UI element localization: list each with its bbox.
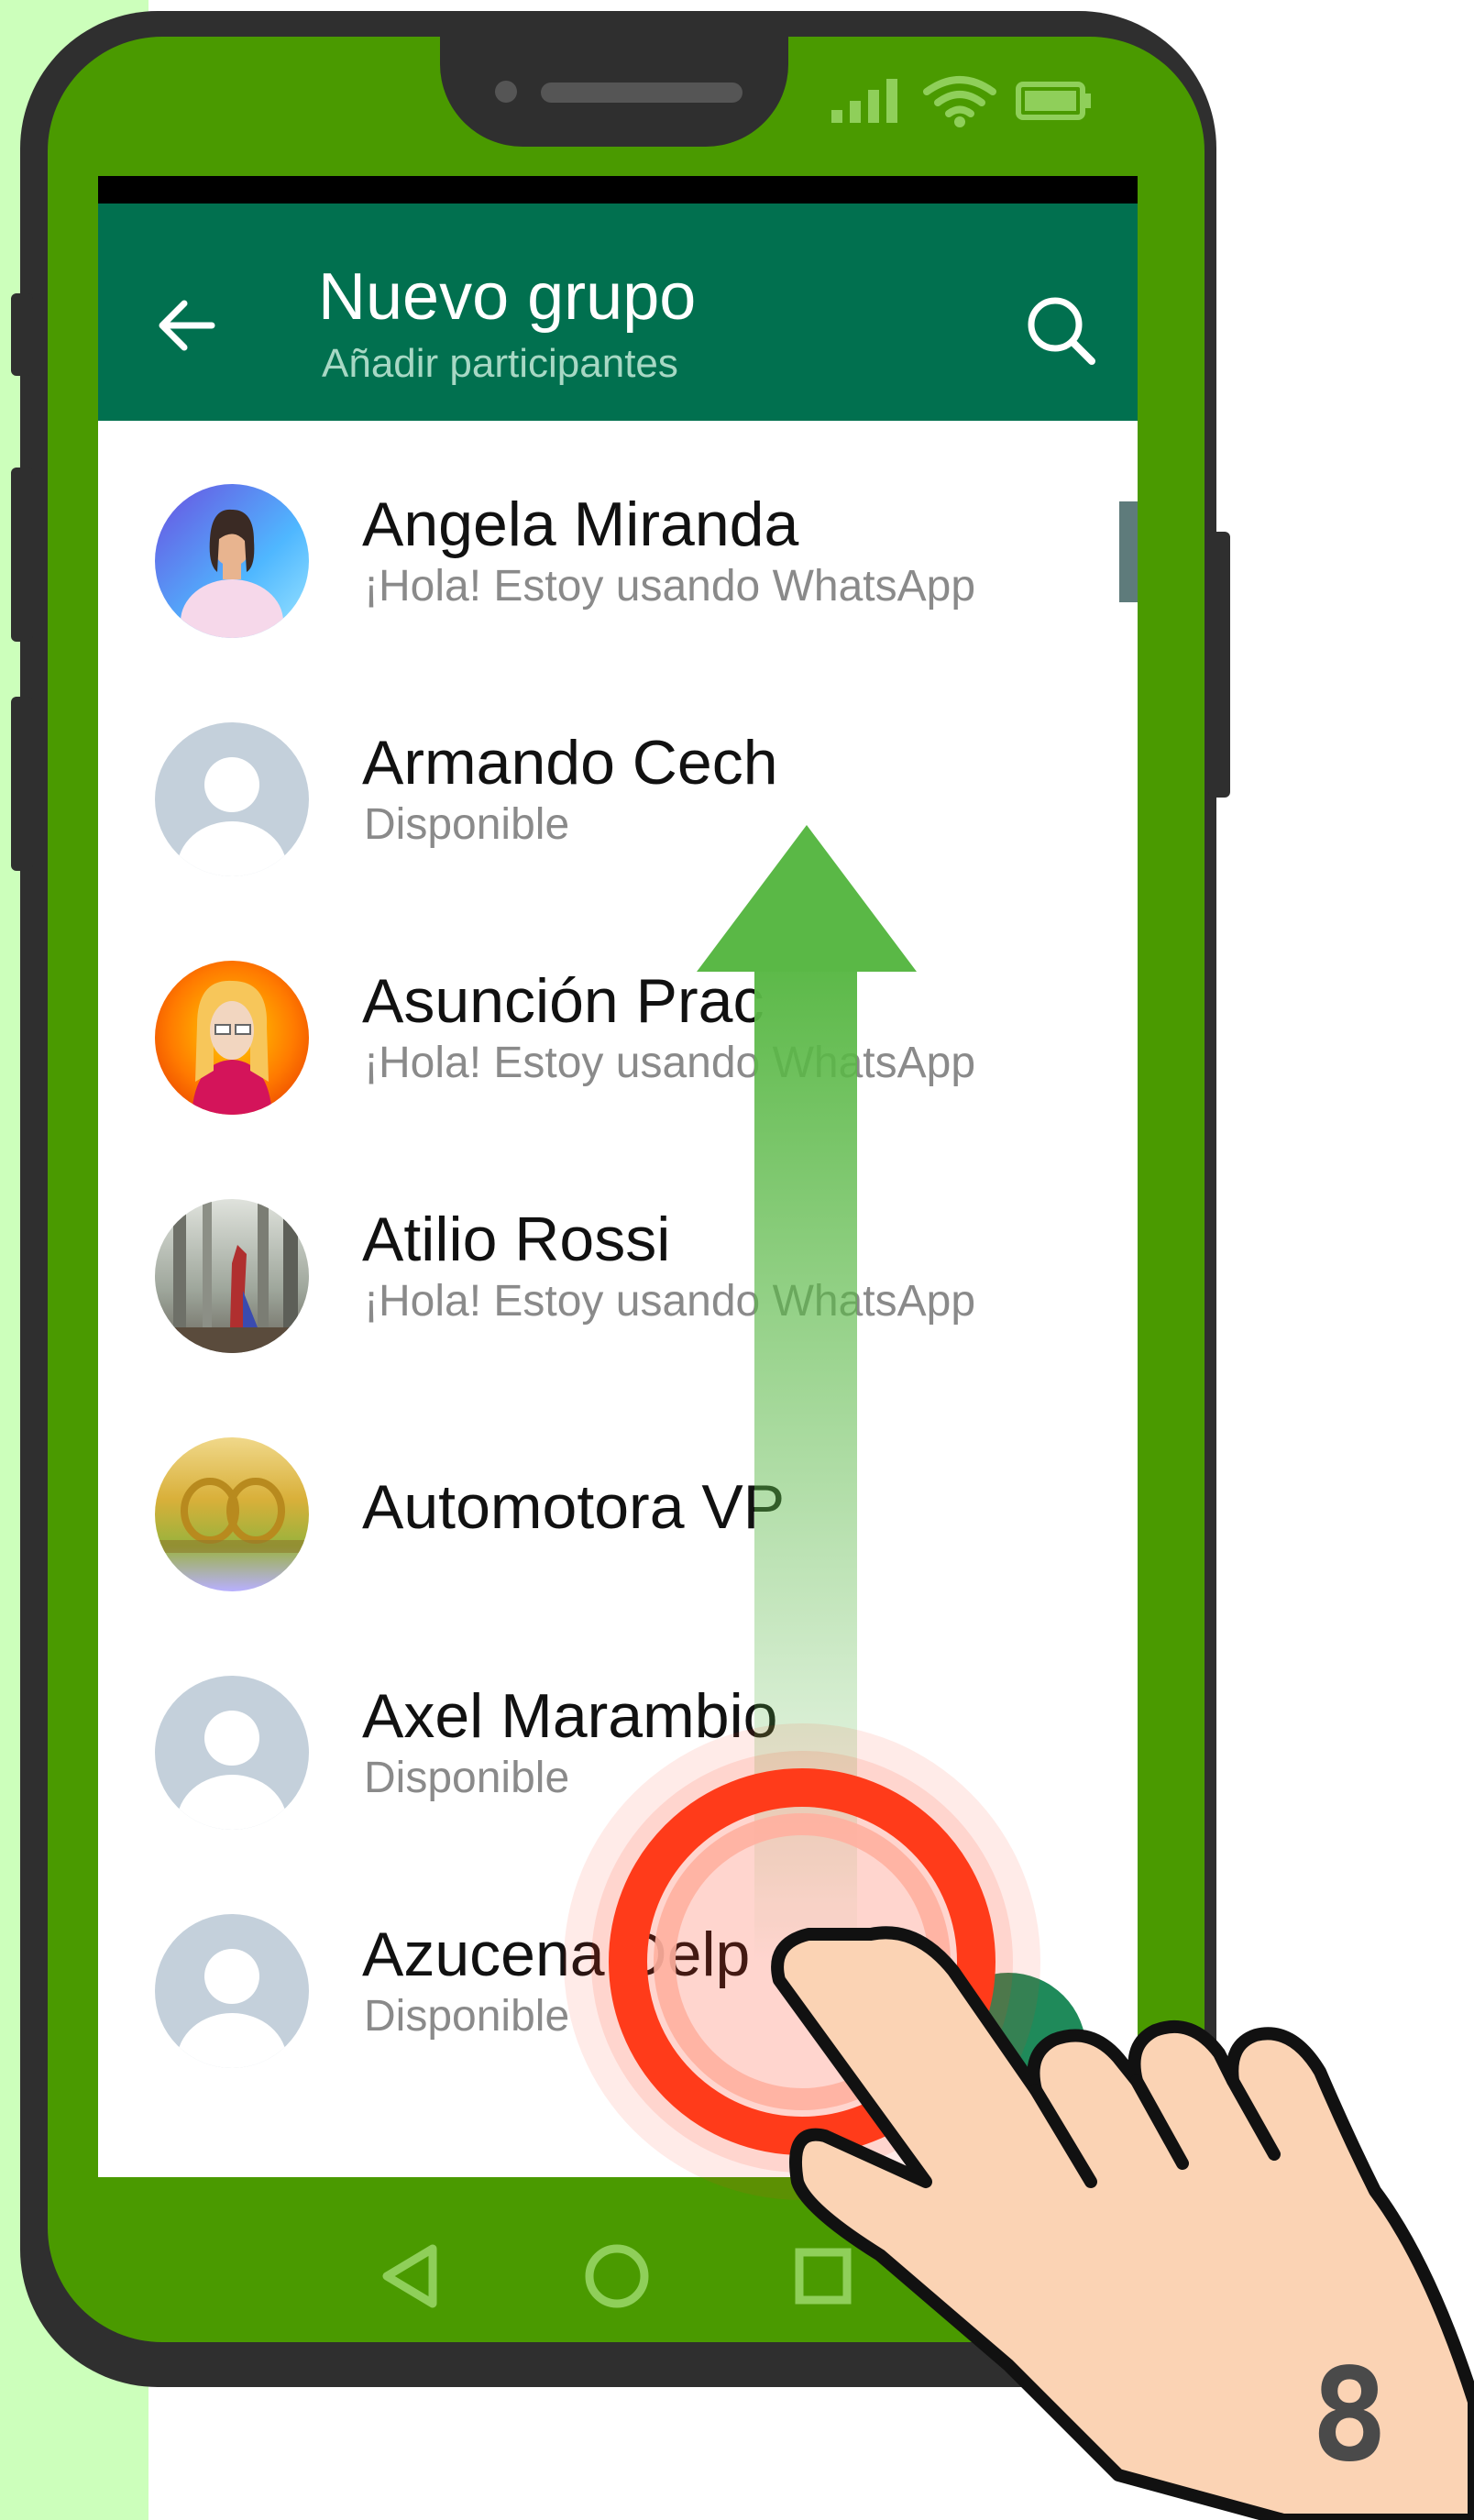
contact-row[interactable]: Atilio Rossi ¡Hola! Estoy usando WhatsAp… [98,1199,1138,1419]
contact-row[interactable]: Asunción Prac ¡Hola! Estoy usando WhatsA… [98,961,1138,1181]
page-title: Nuevo grupo [318,260,697,334]
app-screen: Nuevo grupo Añadir participantes Angela … [98,176,1138,2177]
contact-status: Disponible [364,800,570,849]
contact-status: Disponible [364,1754,570,1802]
battery-icon [1016,82,1091,120]
search-icon[interactable] [1022,292,1099,369]
contact-name: Azucena Delp [362,1920,751,1989]
app-bar: Nuevo grupo Añadir participantes [98,204,1138,421]
photo-woman-icon [155,484,309,638]
contact-status: ¡Hola! Estoy usando WhatsApp [364,1039,976,1087]
contact-row[interactable]: Axel Marambio Disponible [98,1676,1138,1896]
contact-name: Atilio Rossi [362,1205,671,1274]
contact-status: Disponible [364,1992,570,2041]
contact-row[interactable]: Angela Miranda ¡Hola! Estoy usando Whats… [98,484,1138,704]
step-number: 8 [1311,2341,1389,2491]
contact-row[interactable]: Automotora VP [98,1437,1138,1657]
nav-recents-icon [795,2248,852,2305]
cartoon-woman-icon [155,961,309,1115]
phone-side-button-2 [11,468,33,642]
default-user-icon [155,1914,309,2068]
back-arrow-icon[interactable] [153,292,221,359]
floating-action-button[interactable] [930,1973,1086,2129]
wifi-icon [923,76,996,117]
nav-home-icon [585,2244,649,2308]
forest-photo-icon [155,1199,309,1353]
phone-side-button-3 [11,697,33,871]
contact-status: ¡Hola! Estoy usando WhatsApp [364,1277,976,1326]
page-subtitle: Añadir participantes [322,341,678,386]
contact-name: Automotora VP [362,1472,786,1542]
front-camera [495,81,517,103]
signal-icon [831,79,897,123]
earpiece-speaker [541,83,742,103]
contact-row[interactable]: Armando Cech Disponible [98,722,1138,942]
android-nav-bar [48,2214,1204,2342]
gold-logo-icon [155,1437,309,1591]
contact-name: Angela Miranda [362,490,799,559]
nav-back-icon [382,2244,437,2308]
phone-side-button-1 [11,293,33,376]
status-bar-icons [830,73,1095,128]
default-user-icon [155,722,309,876]
phone-power-button [1208,532,1230,798]
contact-status: ¡Hola! Estoy usando WhatsApp [364,562,976,611]
status-bar [98,176,1138,204]
default-user-icon [155,1676,309,1830]
contact-name: Armando Cech [362,728,778,798]
contact-name: Axel Marambio [362,1681,778,1751]
contact-name: Asunción Prac [362,966,764,1036]
